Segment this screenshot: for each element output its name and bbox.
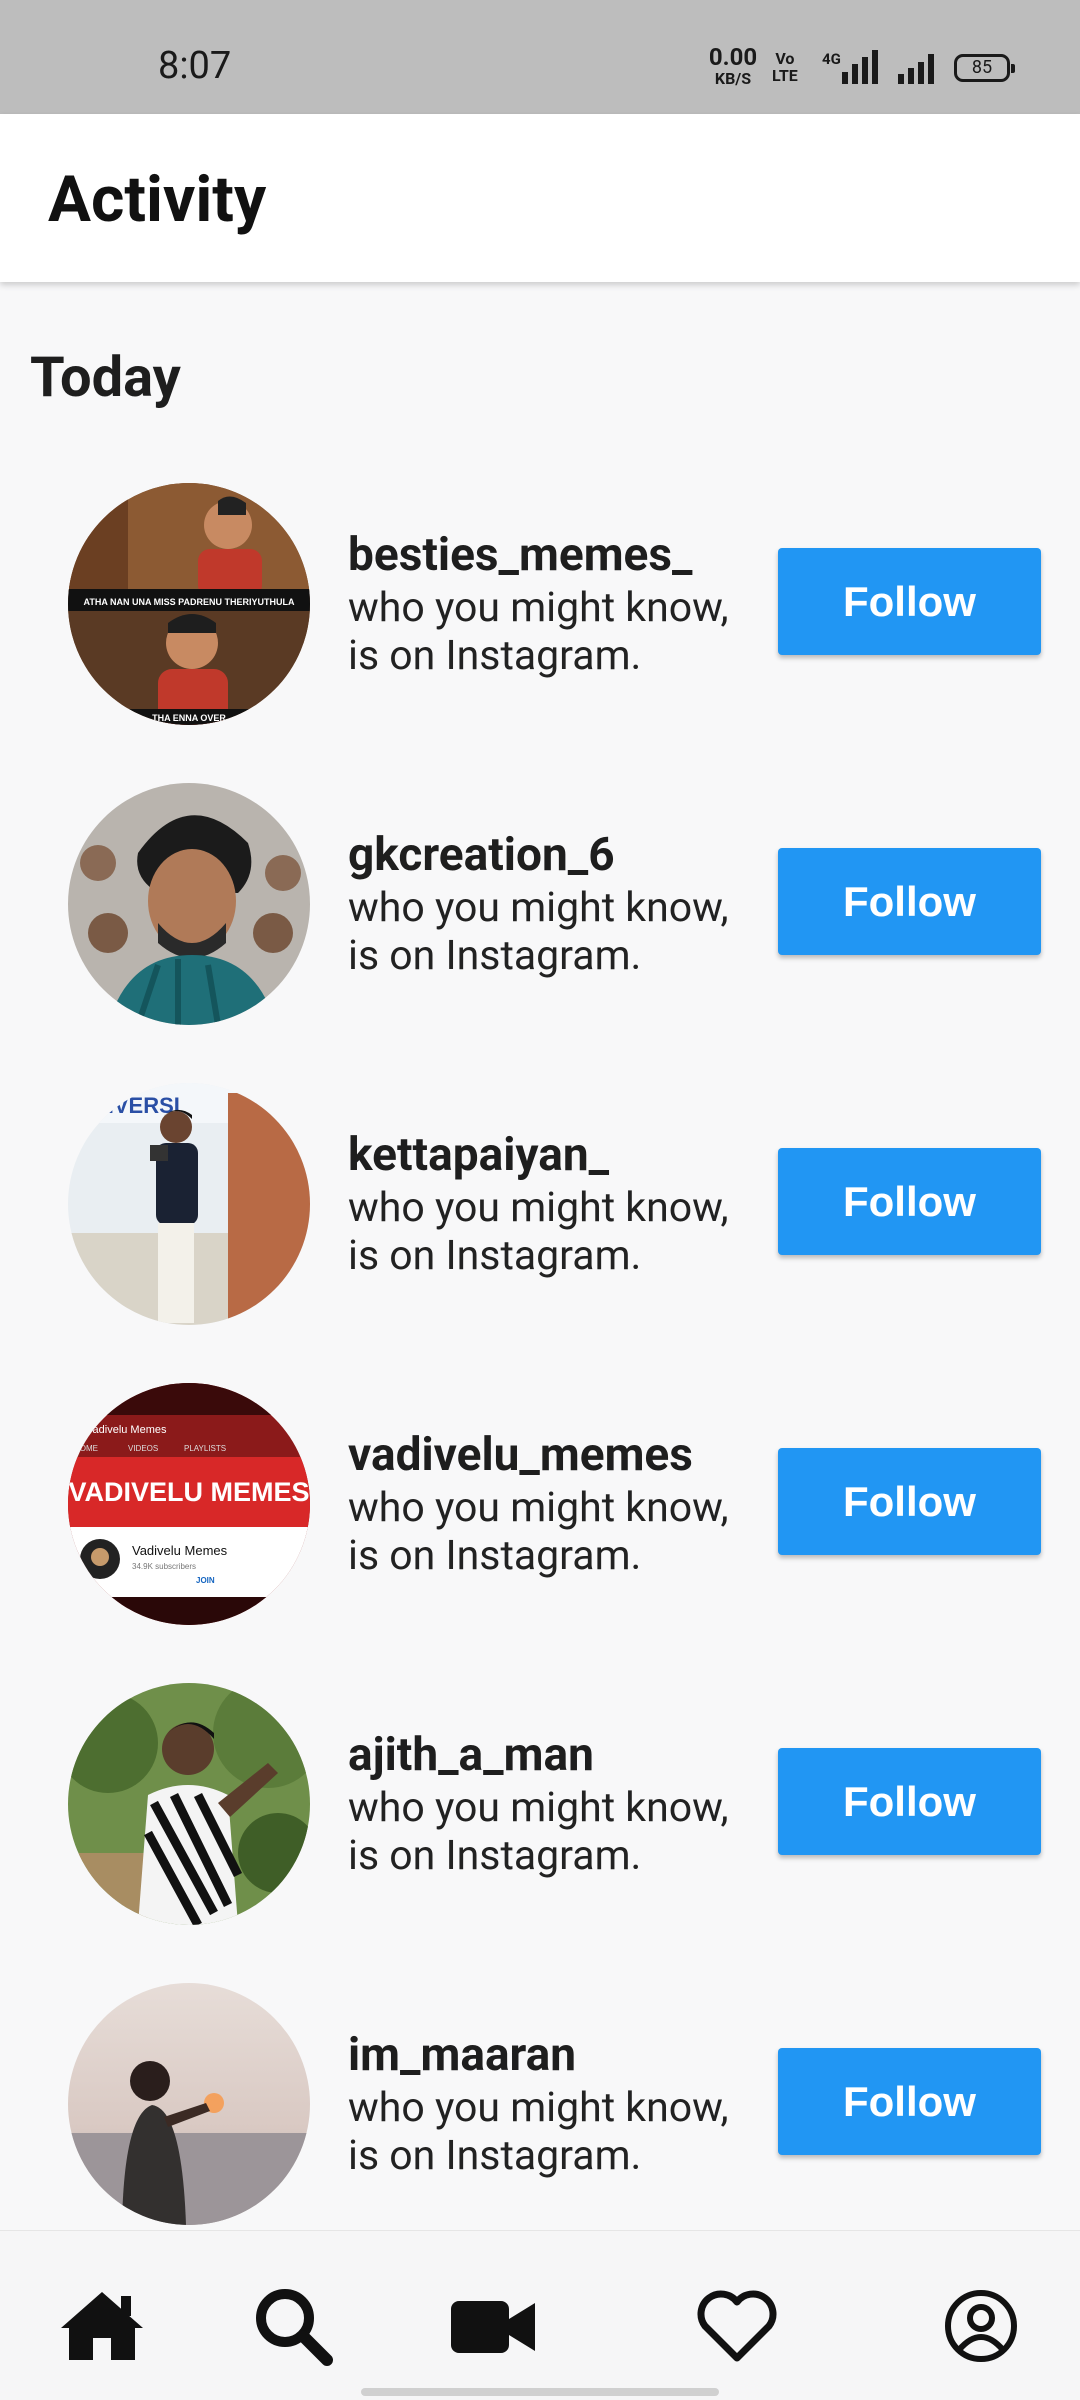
suggestion-list: ATHA NAN UNA MISS PADRENU THERIYUTHULA T… (0, 480, 1080, 2280)
search-icon (256, 2289, 333, 2366)
suggestion-line1: who you might know, (348, 1484, 729, 1532)
suggestion-line2: is on Instagram. (348, 2132, 642, 2180)
screen: 8:07 0.00 KB/S Vo LTE 4G 85 Activity Tod… (0, 0, 1080, 2400)
video-camera-icon (451, 2301, 535, 2353)
suggestion-row: UNIVERSI kettapaiyan_ who you might know… (0, 1080, 1080, 1380)
username[interactable]: im_maaran (348, 2028, 576, 2082)
suggestion-row: gkcreation_6 who you might know, is on I… (0, 780, 1080, 1080)
svg-text:UNIVERSI: UNIVERSI (76, 1093, 180, 1118)
profile-icon (945, 2290, 1017, 2362)
follow-button[interactable]: Follow (778, 1748, 1041, 1855)
suggestion-row: ATHA NAN UNA MISS PADRENU THERIYUTHULA T… (0, 480, 1080, 780)
channel-tab-videos: VIDEOS (128, 1444, 158, 1453)
app-bar: Activity (0, 114, 1080, 282)
avatar[interactable] (68, 783, 310, 1025)
battery-icon: 85 (954, 54, 1015, 82)
avatar-photo: UNIVERSI (68, 1083, 310, 1325)
signal-strength-icon-2 (898, 50, 934, 84)
nav-profile[interactable] (936, 2281, 1026, 2371)
username[interactable]: gkcreation_6 (348, 828, 615, 882)
suggestion-description: who you might know, is on Instagram. (348, 584, 768, 680)
network-speed-unit: KB/S (714, 69, 752, 88)
avatar[interactable] (68, 1683, 310, 1925)
username[interactable]: vadivelu_memes (348, 1428, 693, 1482)
suggestion-row: Vadivelu Memes HOME VIDEOS PLAYLISTS VAD… (0, 1380, 1080, 1680)
suggestion-description: who you might know, is on Instagram. (348, 1184, 768, 1280)
suggestion-line2: is on Instagram. (348, 1832, 642, 1880)
channel-name-small: Vadivelu Memes (86, 1424, 167, 1436)
heart-icon (697, 2290, 777, 2362)
suggestion-description: who you might know, is on Instagram. (348, 1784, 768, 1880)
follow-button[interactable]: Follow (778, 1448, 1041, 1555)
channel-subscribers: 34.9K subscribers (132, 1562, 196, 1571)
suggestion-line2: is on Instagram. (348, 932, 642, 980)
suggestion-line2: is on Instagram. (348, 632, 642, 680)
follow-button[interactable]: Follow (778, 2048, 1041, 2155)
avatar-photo: ATHA NAN UNA MISS PADRENU THERIYUTHULA T… (68, 483, 310, 725)
channel-name: Vadivelu Memes (132, 1543, 228, 1558)
volte-line1: Vo (775, 49, 795, 68)
suggestion-line1: who you might know, (348, 1184, 729, 1232)
network-speed: 0.00 KB/S (705, 43, 761, 90)
network-type: 4G (822, 50, 841, 68)
volte-indicator: Vo LTE (772, 50, 798, 84)
volte-line2: LTE (772, 66, 798, 85)
username[interactable]: ajith_a_man (348, 1728, 594, 1782)
status-time: 8:07 (158, 44, 232, 88)
nav-activity[interactable] (692, 2281, 782, 2371)
suggestion-line1: who you might know, (348, 884, 729, 932)
suggestion-line1: who you might know, (348, 584, 729, 632)
suggestion-description: who you might know, is on Instagram. (348, 2084, 768, 2180)
avatar-photo: Vadivelu Memes HOME VIDEOS PLAYLISTS VAD… (68, 1383, 310, 1625)
channel-tab-playlists: PLAYLISTS (184, 1444, 226, 1453)
bottom-nav (0, 2230, 1080, 2400)
suggestion-line1: who you might know, (348, 2084, 729, 2132)
follow-button[interactable]: Follow (778, 548, 1041, 655)
username[interactable]: kettapaiyan_ (348, 1128, 609, 1182)
nav-search[interactable] (248, 2281, 338, 2371)
channel-join: JOIN (196, 1576, 215, 1585)
suggestion-row: ajith_a_man who you might know, is on In… (0, 1680, 1080, 1980)
nav-home[interactable] (57, 2281, 147, 2371)
avatar-caption-top: ATHA NAN UNA MISS PADRENU THERIYUTHULA (84, 597, 295, 607)
suggestion-line2: is on Instagram. (348, 1532, 642, 1580)
section-title-today: Today (30, 344, 181, 410)
avatar-photo (68, 783, 310, 1025)
home-icon (61, 2292, 143, 2360)
follow-button[interactable]: Follow (778, 848, 1041, 955)
channel-banner: VADIVELU MEMES (68, 1477, 309, 1507)
nav-reels[interactable] (448, 2281, 538, 2371)
avatar-photo (68, 1683, 310, 1925)
avatar-caption-bottom: THA ENNA OVER (152, 713, 226, 723)
avatar-photo (68, 1983, 310, 2225)
avatar[interactable] (68, 1983, 310, 2225)
home-indicator[interactable] (361, 2388, 719, 2396)
suggestion-line1: who you might know, (348, 1784, 729, 1832)
username[interactable]: besties_memes_ (348, 528, 692, 582)
avatar[interactable]: ATHA NAN UNA MISS PADRENU THERIYUTHULA T… (68, 483, 310, 725)
suggestion-description: who you might know, is on Instagram. (348, 1484, 768, 1580)
avatar[interactable]: Vadivelu Memes HOME VIDEOS PLAYLISTS VAD… (68, 1383, 310, 1625)
suggestion-description: who you might know, is on Instagram. (348, 884, 768, 980)
follow-button[interactable]: Follow (778, 1148, 1041, 1255)
signal-strength-icon-1 (842, 50, 878, 84)
network-speed-value: 0.00 (708, 43, 758, 71)
avatar[interactable]: UNIVERSI (68, 1083, 310, 1325)
page-title: Activity (48, 162, 267, 237)
channel-tab-home: HOME (74, 1444, 98, 1453)
suggestion-line2: is on Instagram. (348, 1232, 642, 1280)
status-bar: 8:07 0.00 KB/S Vo LTE 4G 85 (0, 0, 1080, 114)
